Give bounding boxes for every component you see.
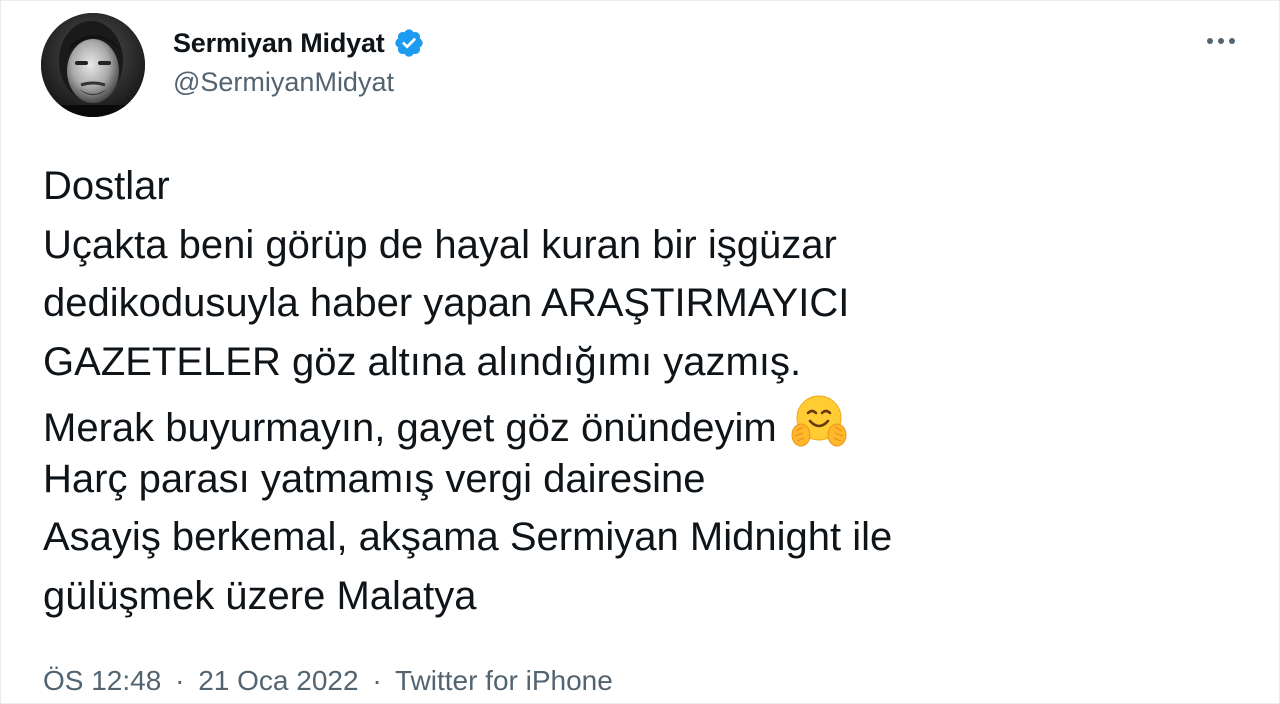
more-options-icon[interactable] bbox=[1199, 23, 1243, 59]
tweet-line-with-emoji: Merak buyurmayın, gayet göz önündeyim bbox=[43, 391, 1223, 450]
tweet-card: Sermiyan Midyat @SermiyanMidyat Dostlar … bbox=[0, 0, 1280, 704]
verified-badge-icon bbox=[393, 27, 425, 59]
tweet-line: dedikodusuyla haber yapan ARAŞTIRMAYICI bbox=[43, 281, 850, 325]
tweet-line: GAZETELER göz altına alındığımı yazmış. bbox=[43, 339, 802, 384]
tweet-meta: ÖS 12:48 · 21 Oca 2022 · Twitter for iPh… bbox=[43, 665, 613, 697]
tweet-text: Dostlar Uçakta beni görüp de hayal kuran… bbox=[43, 157, 1223, 625]
author-handle[interactable]: @SermiyanMidyat bbox=[173, 67, 394, 98]
tweet-date[interactable]: 21 Oca 2022 bbox=[198, 665, 358, 696]
avatar[interactable] bbox=[41, 13, 145, 117]
tweet-line: Dostlar bbox=[43, 164, 170, 208]
author-display-name[interactable]: Sermiyan Midyat bbox=[173, 28, 385, 59]
tweet-line: gülüşmek üzere Malatya bbox=[43, 573, 477, 618]
tweet-line: Asayiş berkemal, akşama Sermiyan Midnigh… bbox=[43, 515, 893, 559]
tweet-time[interactable]: ÖS 12:48 bbox=[43, 665, 161, 696]
tweet-line: Uçakta beni görüp de hayal kuran bir işg… bbox=[43, 222, 837, 267]
meta-separator: · bbox=[175, 665, 185, 696]
tweet-line: Merak buyurmayın, gayet göz önündeyim bbox=[43, 406, 777, 450]
author-name-row: Sermiyan Midyat bbox=[173, 25, 425, 61]
tweet-line: Harç parası yatmamış vergi dairesine bbox=[43, 456, 706, 501]
meta-separator: · bbox=[372, 665, 382, 696]
tweet-source[interactable]: Twitter for iPhone bbox=[395, 665, 613, 696]
hugging-face-emoji-icon bbox=[789, 391, 849, 451]
